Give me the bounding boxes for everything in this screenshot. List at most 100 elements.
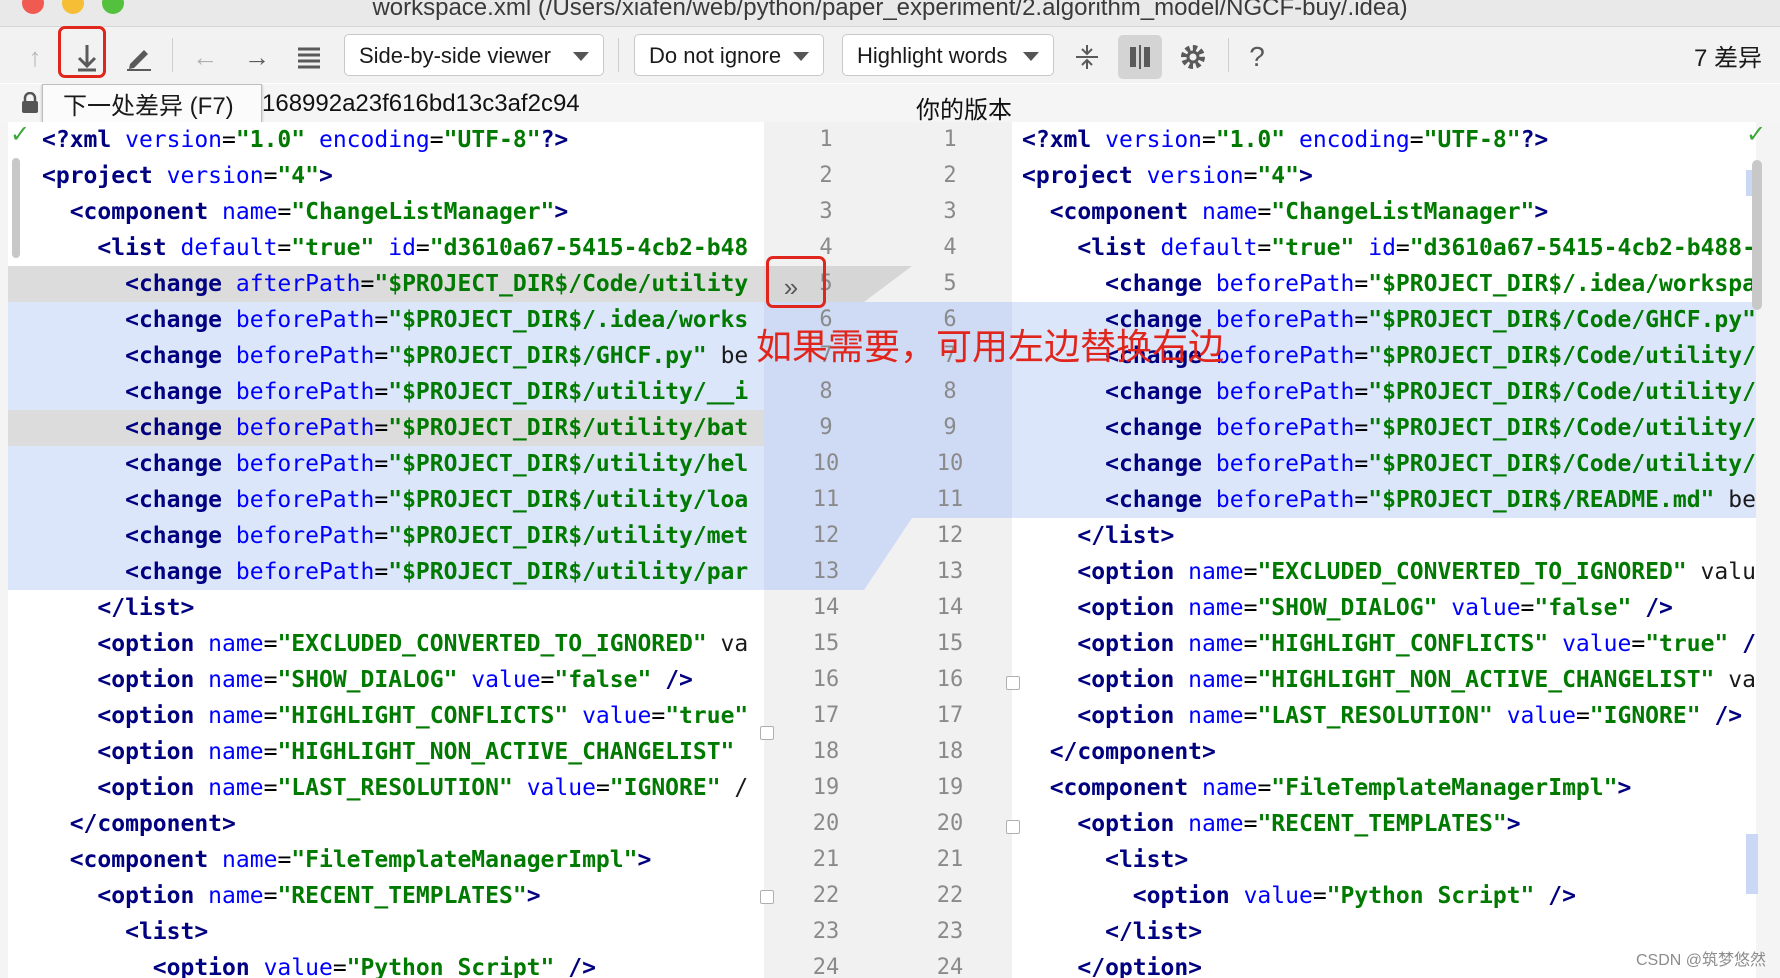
code-line[interactable]: <option name="RECENT_TEMPLATES"> <box>0 878 764 914</box>
code-line[interactable]: <option name="HIGHLIGHT_CONFLICTS" value… <box>0 698 764 734</box>
toolbar-separator <box>1228 38 1229 72</box>
sync-scroll-icon[interactable] <box>1118 35 1162 79</box>
previous-difference-icon[interactable]: ↑ <box>18 40 52 74</box>
help-icon[interactable]: ? <box>1240 40 1274 74</box>
left-line-number: 10 <box>812 451 840 476</box>
code-line[interactable]: <change beforePath="$PROJECT_DIR$/utilit… <box>0 446 764 482</box>
code-line[interactable]: <list> <box>0 914 764 950</box>
fold-marker-icon[interactable] <box>760 726 774 740</box>
no-errors-check-icon: ✓ <box>1746 121 1767 148</box>
lock-icon <box>20 91 40 119</box>
code-line[interactable]: <option name="HIGHLIGHT_CONFLICTS" value… <box>1012 626 1756 662</box>
code-line[interactable]: <component name="ChangeListManager"> <box>1012 194 1756 230</box>
code-line[interactable]: <option value="Python Script" /> <box>0 950 764 978</box>
code-line[interactable]: <change beforePath="$PROJECT_DIR$/Code/u… <box>1012 374 1756 410</box>
left-scrollbar[interactable] <box>12 158 20 258</box>
left-line-number: 12 <box>812 523 840 548</box>
left-line-number: 8 <box>819 379 833 404</box>
viewer-mode-value: Side-by-side viewer <box>359 43 551 68</box>
right-scrollbar[interactable] <box>1752 160 1762 310</box>
code-line[interactable]: <option value="Python Script" /> <box>1012 878 1756 914</box>
fold-marker-icon[interactable] <box>1006 820 1020 834</box>
left-line-number: 15 <box>812 631 840 656</box>
right-line-number: 21 <box>936 847 964 872</box>
right-line-number: 1 <box>943 127 957 152</box>
code-line[interactable]: <option name="EXCLUDED_CONVERTED_TO_IGNO… <box>0 626 764 662</box>
right-editor-pane[interactable]: <?xml version="1.0" encoding="UTF-8"?> <p… <box>1012 122 1756 978</box>
diff-marker[interactable] <box>1746 834 1758 894</box>
code-line[interactable]: <component name="FileTemplateManagerImpl… <box>1012 770 1756 806</box>
line-number-gutter: 1 1 2 2 3 3 4 4 5 5 6 6 7 7 8 8 9 9 10 10 11 11 12 12 13 13 14 14 15… <box>764 122 1012 978</box>
code-line[interactable]: <option name="HIGHLIGHT_NON_ACTIVE_CHANG… <box>1012 662 1756 698</box>
left-line-number: 19 <box>812 775 840 800</box>
fold-marker-icon[interactable] <box>760 890 774 904</box>
forward-arrow-icon[interactable]: → <box>240 40 274 74</box>
code-line[interactable]: <change beforePath="$PROJECT_DIR$/utilit… <box>0 374 764 410</box>
highlight-mode-select[interactable]: Highlight words <box>842 34 1054 76</box>
list-menu-icon[interactable] <box>292 40 326 74</box>
code-line[interactable]: <change beforePath="$PROJECT_DIR$/utilit… <box>0 518 764 554</box>
code-line[interactable]: <component name="FileTemplateManagerImpl… <box>0 842 764 878</box>
left-line-number: 22 <box>812 883 840 908</box>
no-errors-check-icon: ✓ <box>10 121 31 148</box>
code-line[interactable]: <component name="ChangeListManager"> <box>0 194 764 230</box>
code-line[interactable]: <change beforePath="$PROJECT_DIR$/utilit… <box>0 410 764 446</box>
code-line[interactable]: </list> <box>1012 518 1756 554</box>
right-line-number: 2 <box>943 163 957 188</box>
right-line-number: 17 <box>936 703 964 728</box>
code-line[interactable]: <change beforePath="$PROJECT_DIR$/.idea/… <box>1012 266 1756 302</box>
code-line[interactable]: <project version="4"> <box>0 158 764 194</box>
code-line[interactable]: <project version="4"> <box>1012 158 1756 194</box>
code-line[interactable]: </list> <box>0 590 764 626</box>
code-line[interactable]: <?xml version="1.0" encoding="UTF-8"?> <box>1012 122 1756 158</box>
code-line[interactable]: </component> <box>0 806 764 842</box>
left-line-number: 1 <box>819 127 833 152</box>
right-line-number: 4 <box>943 235 957 260</box>
code-line[interactable]: <list default="true" id="d3610a67-5415-4… <box>0 230 764 266</box>
code-line[interactable]: </component> <box>1012 734 1756 770</box>
code-line[interactable]: <option name="SHOW_DIALOG" value="false"… <box>0 662 764 698</box>
left-line-number: 24 <box>812 955 840 978</box>
whitespace-mode-value: Do not ignore <box>649 43 782 68</box>
code-line[interactable]: <list> <box>1012 842 1756 878</box>
code-line[interactable]: <option name="HIGHLIGHT_NON_ACTIVE_CHANG… <box>0 734 764 770</box>
code-line[interactable]: <change beforePath="$PROJECT_DIR$/README… <box>1012 482 1756 518</box>
left-revision-label: 168992a23f616bd13c3af2c94 <box>262 90 580 117</box>
code-line[interactable]: <?xml version="1.0" encoding="UTF-8"?> <box>0 122 764 158</box>
collapse-unchanged-icon[interactable] <box>1070 40 1104 74</box>
back-arrow-icon[interactable]: ← <box>188 40 222 74</box>
code-line[interactable]: <option name="RECENT_TEMPLATES"> <box>1012 806 1756 842</box>
code-line[interactable]: <change beforePath="$PROJECT_DIR$/utilit… <box>0 482 764 518</box>
left-line-number: 2 <box>819 163 833 188</box>
code-line[interactable]: <change beforePath="$PROJECT_DIR$/utilit… <box>0 554 764 590</box>
right-line-number: 23 <box>936 919 964 944</box>
left-line-number: 18 <box>812 739 840 764</box>
right-line-number: 12 <box>936 523 964 548</box>
code-line[interactable]: <option name="LAST_RESOLUTION" value="IG… <box>0 770 764 806</box>
code-line[interactable]: <change beforePath="$PROJECT_DIR$/Code/u… <box>1012 446 1756 482</box>
chevron-down-icon <box>573 52 589 61</box>
code-line[interactable]: <change beforePath="$PROJECT_DIR$/.idea/… <box>0 302 764 338</box>
right-line-number: 18 <box>936 739 964 764</box>
whitespace-mode-select[interactable]: Do not ignore <box>634 34 824 76</box>
right-line-number: 20 <box>936 811 964 836</box>
gear-icon[interactable] <box>1176 40 1210 74</box>
viewer-mode-select[interactable]: Side-by-side viewer <box>344 34 604 76</box>
highlight-mode-value: Highlight words <box>857 43 1008 68</box>
code-line[interactable]: <change afterPath="$PROJECT_DIR$/Code/ut… <box>0 266 764 302</box>
left-editor-pane[interactable]: <?xml version="1.0" encoding="UTF-8"?> <p… <box>0 122 764 978</box>
code-line[interactable]: <change beforePath="$PROJECT_DIR$/GHCF.p… <box>0 338 764 374</box>
right-line-number: 24 <box>936 955 964 978</box>
edit-source-icon[interactable] <box>122 40 156 74</box>
code-line[interactable]: <option name="EXCLUDED_CONVERTED_TO_IGNO… <box>1012 554 1756 590</box>
right-line-number: 3 <box>943 199 957 224</box>
code-line[interactable]: </list> <box>1012 914 1756 950</box>
code-line[interactable]: <change beforePath="$PROJECT_DIR$/Code/u… <box>1012 410 1756 446</box>
code-line[interactable]: <option name="SHOW_DIALOG" value="false"… <box>1012 590 1756 626</box>
left-line-number: 9 <box>819 415 833 440</box>
right-line-number: 8 <box>943 379 957 404</box>
fold-marker-icon[interactable] <box>1006 676 1020 690</box>
code-line[interactable]: <option name="LAST_RESOLUTION" value="IG… <box>1012 698 1756 734</box>
code-line[interactable]: <list default="true" id="d3610a67-5415-4… <box>1012 230 1756 266</box>
title-bar: workspace.xml (/Users/xiafen/web/python/… <box>0 0 1780 27</box>
